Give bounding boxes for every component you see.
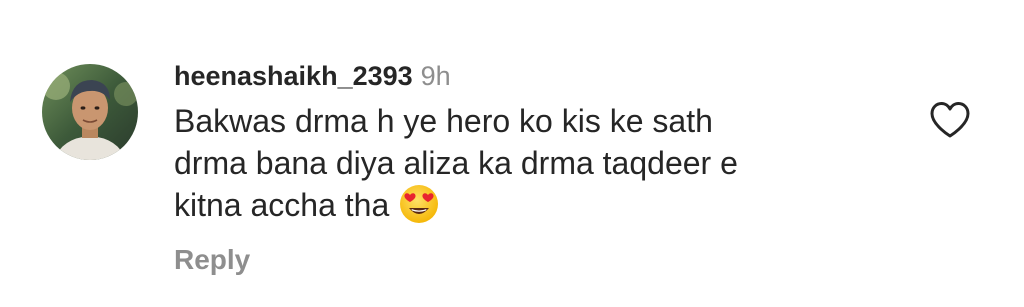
comment-timestamp: 9h [420, 61, 451, 91]
user-avatar-photo [42, 64, 138, 160]
comment-text-content: Bakwas drma h ye hero ko kis ke sath drm… [174, 103, 738, 223]
comment-item: heenashaikh_2393 9h Bakwas drma h ye hero… [0, 0, 1024, 307]
avatar[interactable] [42, 64, 138, 160]
reply-button[interactable]: Reply [174, 244, 250, 276]
comment-header: heenashaikh_2393 9h [174, 56, 894, 96]
heart-outline-icon [930, 102, 970, 138]
heart-eyes-emoji [399, 184, 439, 224]
comment-body: heenashaikh_2393 9h Bakwas drma h ye hero… [174, 56, 894, 276]
comment-text: Bakwas drma h ye hero ko kis ke sath drm… [174, 100, 894, 226]
username-link[interactable]: heenashaikh_2393 [174, 61, 413, 91]
like-button[interactable] [928, 100, 972, 140]
